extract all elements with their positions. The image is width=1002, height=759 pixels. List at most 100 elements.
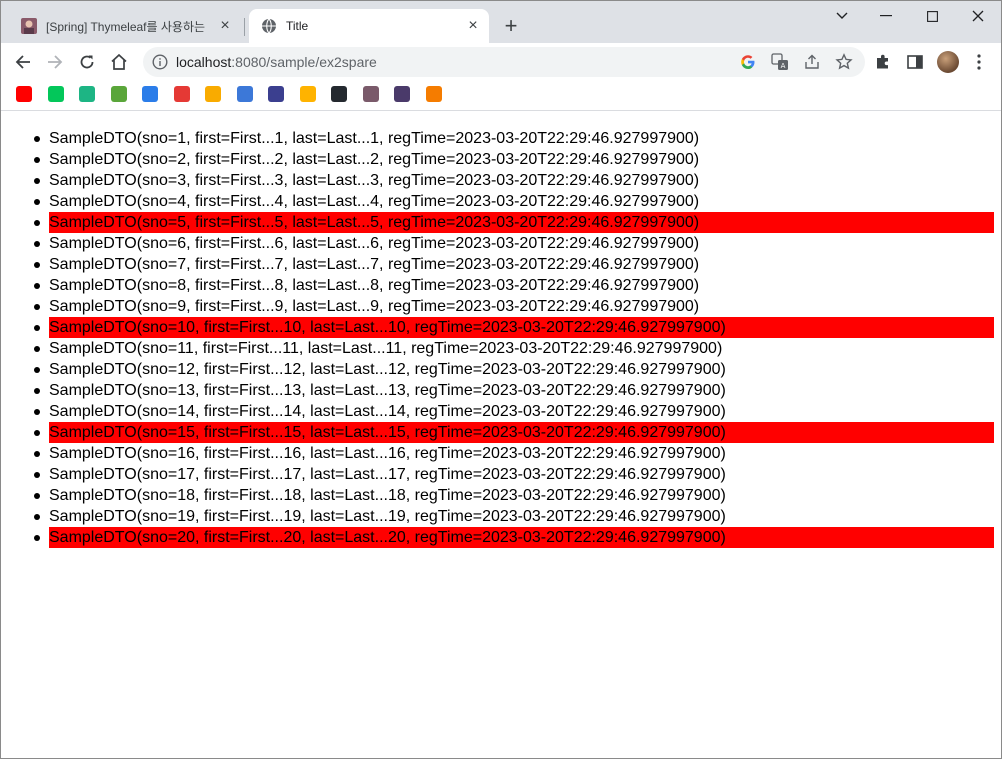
home-button[interactable]: [105, 48, 133, 76]
list-item-text: SampleDTO(sno=16, first=First...16, last…: [49, 445, 726, 462]
list-item-text: SampleDTO(sno=2, first=First...2, last=L…: [49, 151, 700, 168]
back-button[interactable]: [9, 48, 37, 76]
list-item-text: SampleDTO(sno=14, first=First...14, last…: [49, 403, 726, 420]
list-item: SampleDTO(sno=14, first=First...14, last…: [9, 401, 994, 422]
bullet-icon: [34, 262, 40, 268]
list-item-text: SampleDTO(sno=11, first=First...11, last…: [49, 340, 723, 357]
list-item: SampleDTO(sno=2, first=First...2, last=L…: [9, 149, 994, 170]
list-item-text: SampleDTO(sno=12, first=First...12, last…: [49, 361, 726, 378]
reload-button[interactable]: [73, 48, 101, 76]
profile-avatar[interactable]: [937, 51, 959, 73]
bullet-icon: [34, 388, 40, 394]
close-window-button[interactable]: [955, 1, 1001, 31]
browser-window: [Spring] Thymeleaf를 사용하는 코 × Title × + l…: [0, 0, 1002, 759]
bullet-icon: [34, 430, 40, 436]
tab-separator: [244, 18, 245, 36]
list-item: SampleDTO(sno=12, first=First...12, last…: [9, 359, 994, 380]
list-item: SampleDTO(sno=10, first=First...10, last…: [9, 317, 994, 338]
minimize-button[interactable]: [863, 1, 909, 31]
list-item: SampleDTO(sno=17, first=First...17, last…: [9, 464, 994, 485]
list-item-text: SampleDTO(sno=13, first=First...13, last…: [49, 382, 726, 399]
bookmark-star-icon[interactable]: [835, 53, 853, 71]
green-circle-icon[interactable]: [79, 86, 95, 102]
list-item: SampleDTO(sno=8, first=First...8, last=L…: [9, 275, 994, 296]
tab-spring-thymeleaf[interactable]: [Spring] Thymeleaf를 사용하는 코 ×: [9, 9, 241, 43]
svg-text:A: A: [781, 62, 786, 70]
maximize-button[interactable]: [909, 1, 955, 31]
list-item: SampleDTO(sno=4, first=First...4, last=L…: [9, 191, 994, 212]
arrow-left-icon: [15, 55, 30, 69]
toolbar: localhost:8080/sample/ex2spare A: [1, 43, 1001, 81]
list-item: SampleDTO(sno=16, first=First...16, last…: [9, 443, 994, 464]
bullet-icon: [34, 157, 40, 163]
list-item-text: SampleDTO(sno=1, first=First...1, last=L…: [49, 130, 700, 147]
bullet-icon: [34, 535, 40, 541]
translate-icon[interactable]: A: [771, 53, 789, 71]
bullet-icon: [34, 283, 40, 289]
bullet-icon: [34, 136, 40, 142]
bullet-icon: [34, 346, 40, 352]
tab-title: [Spring] Thymeleaf를 사용하는 코: [46, 19, 206, 34]
maximize-icon: [926, 10, 938, 22]
globe-icon: [262, 18, 276, 34]
list-item: SampleDTO(sno=19, first=First...19, last…: [9, 506, 994, 527]
list-item: SampleDTO(sno=15, first=First...15, last…: [9, 422, 994, 443]
puzzle-icon: [877, 54, 888, 69]
tab-close-button[interactable]: ×: [217, 18, 233, 34]
list-item-text: SampleDTO(sno=3, first=First...3, last=L…: [49, 172, 700, 189]
share-icon[interactable]: [803, 53, 821, 71]
umbrella-icon[interactable]: [299, 86, 316, 102]
new-tab-button[interactable]: +: [499, 14, 523, 38]
blue-box-icon[interactable]: [236, 86, 253, 102]
bullet-icon: [34, 493, 40, 499]
list-item: SampleDTO(sno=13, first=First...13, last…: [9, 380, 994, 401]
tab-title-active[interactable]: Title ×: [249, 9, 489, 43]
reload-icon: [80, 55, 94, 69]
list-item-text: SampleDTO(sno=10, first=First...10, last…: [49, 317, 994, 338]
menu-button[interactable]: [969, 52, 989, 72]
lifebuoy-icon[interactable]: [173, 86, 190, 102]
list-item-text: SampleDTO(sno=7, first=First...7, last=L…: [49, 256, 700, 273]
tab-title: Title: [286, 19, 309, 33]
close-icon: [972, 10, 984, 22]
list-item: SampleDTO(sno=9, first=First...9, last=L…: [9, 296, 994, 317]
list-item-text: SampleDTO(sno=4, first=First...4, last=L…: [49, 193, 700, 210]
bullet-icon: [34, 325, 40, 331]
avatar-icon[interactable]: [362, 86, 379, 102]
list-item: SampleDTO(sno=1, first=First...1, last=L…: [9, 128, 994, 149]
list-item-text: SampleDTO(sno=18, first=First...18, last…: [49, 487, 726, 504]
minimize-icon: [880, 15, 892, 17]
classroom-icon[interactable]: [205, 86, 221, 102]
list-item: SampleDTO(sno=6, first=First...6, last=L…: [9, 233, 994, 254]
list-item: SampleDTO(sno=5, first=First...5, last=L…: [9, 212, 994, 233]
list-item-text: SampleDTO(sno=20, first=First...20, last…: [49, 527, 994, 548]
bullet-icon: [34, 472, 40, 478]
character-icon[interactable]: [394, 86, 410, 102]
leaf-icon[interactable]: [110, 86, 127, 102]
list-item-text: SampleDTO(sno=19, first=First...19, last…: [49, 508, 726, 525]
tab-close-button[interactable]: ×: [465, 18, 481, 34]
side-panel-icon: [907, 55, 923, 69]
extensions-button[interactable]: [873, 52, 893, 72]
github-icon[interactable]: [331, 86, 347, 102]
address-bar[interactable]: localhost:8080/sample/ex2spare A: [143, 47, 865, 77]
url-host: localhost: [176, 54, 232, 70]
bullet-icon: [34, 199, 40, 205]
youtube-icon[interactable]: [16, 86, 32, 102]
url-text[interactable]: localhost:8080/sample/ex2spare: [176, 54, 377, 70]
list-item-text: SampleDTO(sno=17, first=First...17, last…: [49, 466, 726, 483]
forward-button[interactable]: [41, 48, 69, 76]
list-item-text: SampleDTO(sno=5, first=First...5, last=L…: [49, 212, 994, 233]
feather-icon[interactable]: [142, 86, 158, 102]
google-icon[interactable]: [739, 53, 757, 71]
list-item-text: SampleDTO(sno=6, first=First...6, last=L…: [49, 235, 700, 252]
side-panel-button[interactable]: [905, 52, 925, 72]
home-icon: [111, 53, 127, 70]
naver-icon[interactable]: [47, 86, 64, 102]
owl-icon[interactable]: [268, 86, 284, 102]
tab-search-button[interactable]: [819, 1, 865, 31]
info-icon[interactable]: [152, 54, 168, 70]
orange-cube-icon[interactable]: [425, 86, 442, 102]
list-item-text: SampleDTO(sno=9, first=First...9, last=L…: [49, 298, 700, 315]
bullet-icon: [34, 367, 40, 373]
